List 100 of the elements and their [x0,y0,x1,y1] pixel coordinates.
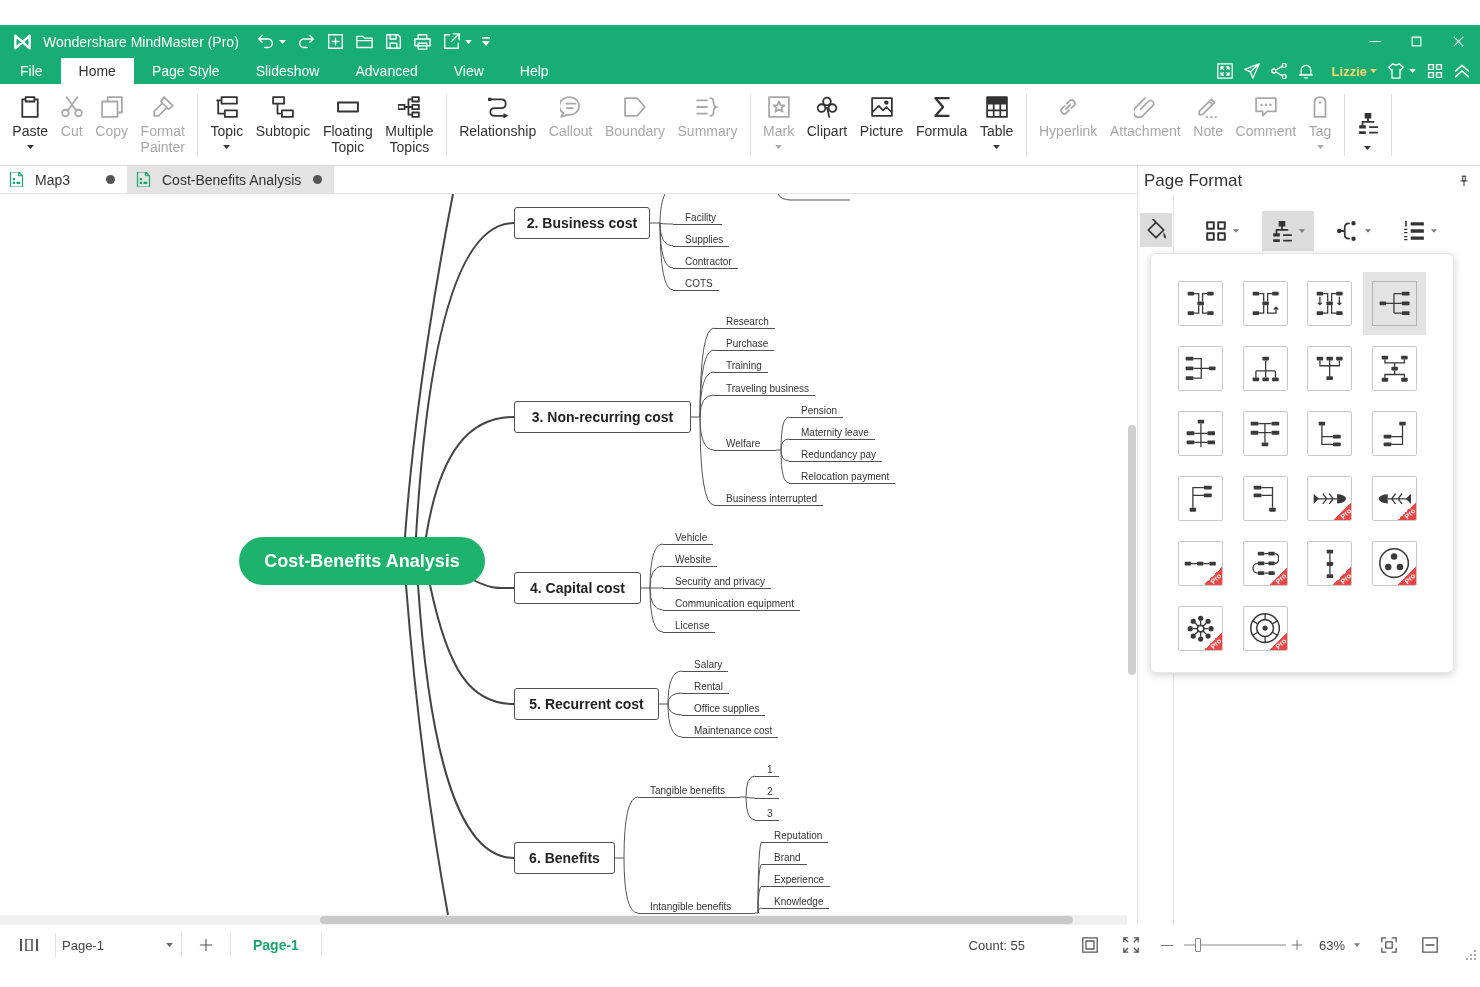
layout-option[interactable] [1307,346,1353,391]
menu-tab[interactable]: Home [60,58,134,84]
subtopic: Training [714,360,768,373]
pencil-icon [1197,96,1220,118]
paper-plane-icon[interactable] [1243,63,1260,79]
caret-icon[interactable] [1409,69,1416,73]
layout-option[interactable] [1178,281,1223,326]
document-tab[interactable]: Cost-Benefits Analysis [127,166,335,193]
two-way-tree-layout-icon [1185,419,1216,448]
numbered-list-icon [1403,220,1425,242]
menu-tab[interactable]: Page Style [133,58,238,84]
clipart-button[interactable]: Clipart [800,96,854,139]
side-tab[interactable] [1140,213,1172,247]
save-icon[interactable] [384,33,402,50]
fullscreen-icon[interactable] [1122,937,1139,953]
user-menu-button[interactable]: Lizzie [1331,63,1377,79]
plus-icon[interactable] [199,938,213,952]
multiple-topics-button[interactable]: Multiple Topics [379,96,440,155]
menu-tab[interactable]: Slideshow [237,58,338,84]
structure-button[interactable] [1262,211,1314,251]
two-way-org-chart-layout-icon [1380,354,1409,383]
zoom-slider-thumb[interactable] [1195,938,1202,952]
caret-icon[interactable] [278,39,286,44]
layout-option[interactable] [1242,281,1288,326]
subtopic: Security and privacy [663,576,772,589]
horizontal-scrollbar-thumb[interactable] [320,916,1073,924]
subtopic: Salary [682,659,729,672]
minimize-icon[interactable] [1369,40,1381,43]
frame-corners-icon[interactable] [1381,937,1397,953]
print-icon[interactable] [413,33,431,50]
folder-icon[interactable] [355,33,373,50]
table-button[interactable]: Table [973,96,1020,149]
menu-tab[interactable]: File [2,58,61,84]
caret-icon [166,943,173,947]
layout-option[interactable] [1307,281,1353,326]
table-icon [985,96,1008,118]
layout-option[interactable] [1242,476,1288,521]
upward-left-tree-layout-icon [1253,484,1277,513]
subtopic: Research [714,316,775,329]
caret-icon[interactable] [464,39,472,44]
subtopic: 2 [755,786,779,799]
paste-button[interactable]: Paste [6,96,55,149]
formula-button[interactable]: Formula [909,96,974,139]
minus-icon[interactable] [1160,943,1173,947]
relationship-icon [486,96,509,118]
picture-button[interactable]: Picture [853,96,910,139]
layout-option[interactable] [1178,476,1223,521]
layout-option[interactable] [1178,346,1223,391]
relationship-button[interactable]: Relationship [452,96,543,139]
star-mark-icon [767,96,790,118]
connector-icon [1337,220,1359,242]
main-topic: 3. Non-recurring cost [514,401,691,433]
bar-caret-icon[interactable] [481,37,490,46]
redo-icon[interactable] [297,33,315,50]
export-icon[interactable] [442,33,460,50]
winding-timeline-layout-icon [1251,551,1279,576]
scissors-icon [60,96,83,118]
single-page-icon[interactable] [20,939,38,951]
vertical-scrollbar-thumb[interactable] [1128,425,1136,675]
subtopic: Vehicle [663,532,714,545]
branch-lines [739,775,756,821]
topic-button[interactable]: Topic [204,96,250,149]
layout-option[interactable] [1372,411,1418,456]
org-structure-icon [1271,220,1293,242]
topic-icon [215,96,238,118]
logo-icon [12,32,33,51]
multiple-topics-icon [398,96,421,118]
close-icon[interactable] [1453,36,1464,47]
new-file-icon[interactable] [326,33,344,50]
fit-page-icon[interactable] [1081,937,1098,953]
subtopic: Supplies [673,234,730,247]
plus-icon[interactable] [1290,939,1303,951]
layout-option[interactable] [1242,411,1288,456]
document-tab[interactable]: Map3 [0,166,127,193]
minus-box-icon[interactable] [1422,937,1438,953]
menu-tab[interactable]: Help [501,58,567,84]
bell-icon[interactable] [1297,63,1314,79]
floating-topic-button[interactable]: Floating Topic [316,96,379,155]
layout-option[interactable] [1242,346,1288,391]
zoom-dropdown[interactable]: 63% [1318,937,1360,953]
pin-icon[interactable] [1458,174,1470,188]
undo-icon[interactable] [256,33,274,50]
layout-option[interactable] [1307,411,1353,456]
layout-option[interactable] [1178,411,1223,456]
page-tab[interactable]: Page-1 [231,930,321,960]
four-squares-icon[interactable] [1427,63,1443,79]
subtopic: Website [663,554,717,567]
summary-brace-icon [696,96,719,118]
subtopic: Pension [789,405,844,418]
maximize-icon[interactable] [1411,36,1422,47]
shirt-icon[interactable] [1388,63,1404,79]
share-icon[interactable] [1270,63,1287,79]
page-dropdown[interactable]: Page-1 [56,937,181,953]
layout-option[interactable] [1372,346,1418,391]
double-chevron-up-icon[interactable] [1454,63,1470,79]
menu-tab[interactable]: Advanced [337,58,436,84]
picture-icon [870,96,893,118]
subtopic-button[interactable]: Subtopic [249,96,317,139]
subtopic: Redundancy pay [789,449,883,462]
menu-tab[interactable]: View [435,58,502,84]
